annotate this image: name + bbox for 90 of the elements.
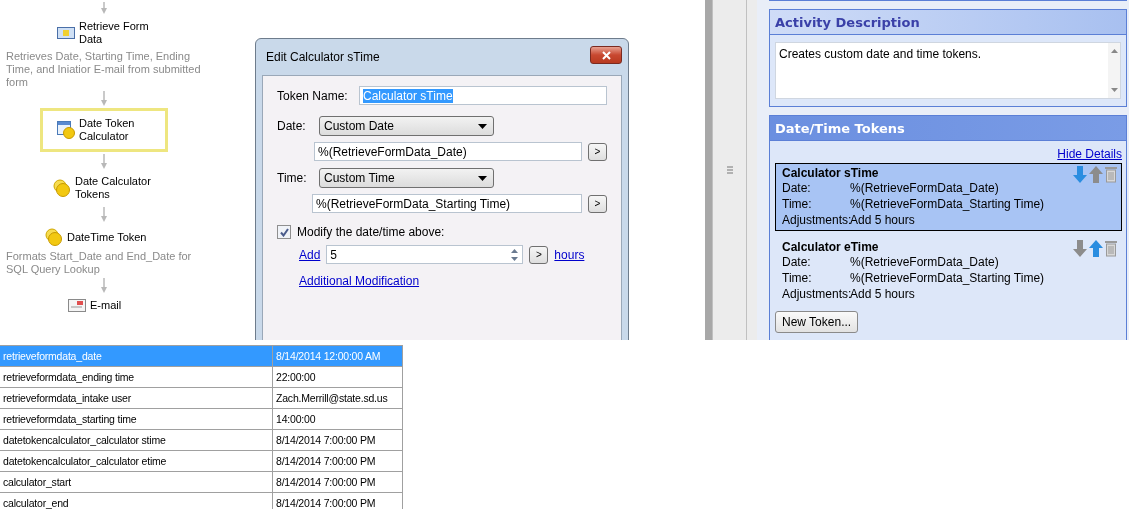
hide-details-link[interactable]: Hide Details (1057, 147, 1122, 161)
close-button[interactable] (590, 46, 622, 64)
table-cell: retrieveformdata_starting time (0, 409, 273, 429)
section-header: Date/Time Tokens (770, 116, 1126, 141)
table-row[interactable]: datetokencalculator_calculator etime 8/14/2014 7:00:00 PM (0, 451, 403, 472)
additional-modification-link[interactable]: Additional Modification (299, 274, 420, 288)
close-icon (601, 50, 611, 60)
window-coin-icon (57, 121, 75, 139)
flow-arrow (100, 2, 108, 14)
scroll-up-icon[interactable] (1110, 49, 1118, 53)
down-arrow-icon[interactable] (1073, 166, 1087, 183)
flow-arrow (100, 91, 108, 106)
token-field-label: Time: (782, 196, 813, 212)
table-cell: 8/14/2014 7:00:00 PM (273, 451, 403, 471)
token-card[interactable]: Calculator eTime Date: %(RetrieveFormData_Date) Time: %(RetrieveFormData_Starting Time) Adjustments:Add 5 hours (775, 237, 1122, 305)
amount-insert-button[interactable]: > (529, 245, 549, 264)
coins-icon (45, 228, 63, 246)
token-field-label: Adjustments: (782, 286, 850, 302)
table-cell: retrieveformdata_date (0, 346, 273, 366)
flow-arrow (100, 207, 108, 222)
table-row[interactable]: calculator_end 8/14/2014 7:00:00 PM (0, 493, 403, 509)
table-row[interactable]: retrieveformdata_intake user Zach.Merrill@state.sd.us (0, 388, 403, 409)
description-field[interactable]: Creates custom date and time tokens. (775, 42, 1121, 99)
token-field-label: Adjustments: (782, 212, 850, 228)
token-field-value: %(RetrieveFormData_Starting Time) (850, 196, 1045, 212)
spin-arrows-icon (510, 247, 520, 262)
table-cell: 8/14/2014 12:00:00 AM (273, 346, 403, 366)
caret-icon (478, 175, 487, 181)
splitter[interactable] (705, 0, 757, 340)
operation-link[interactable]: Add (299, 247, 321, 262)
flow-arrow (100, 278, 108, 293)
scroll-down-icon[interactable] (1110, 88, 1118, 92)
email-icon (68, 299, 86, 312)
token-field-value: %(RetrieveFormData_Date) (850, 254, 999, 270)
amount-spinner[interactable]: 5 (326, 245, 524, 264)
node-description: Retrieves Date, Starting Time, Ending Time, and Iniatior E-mail from submitted form (6, 50, 202, 89)
token-field-value: %(RetrieveFormData_Starting Time) (850, 270, 1045, 286)
table-cell: 14:00:00 (273, 409, 403, 429)
flow-arrow (100, 154, 108, 169)
time-insert-button[interactable]: > (588, 194, 607, 213)
table-cell: retrieveformdata_ending time (0, 367, 273, 387)
trash-icon[interactable] (1105, 240, 1117, 257)
token-name: Calculator eTime (782, 240, 879, 254)
date-insert-button[interactable]: > (588, 142, 607, 161)
table-cell: datetokencalculator_calculator stime (0, 430, 273, 450)
table-row[interactable]: retrieveformdata_ending time 22:00:00 (0, 367, 403, 388)
token-field-value: Add 5 hours (850, 286, 915, 302)
table-cell: datetokencalculator_calculator etime (0, 451, 273, 471)
token-card[interactable]: Calculator sTime Date: %(RetrieveFormData_Date) Time: %(RetrieveFormData_Starting Time) Adjustments:Add 5 hours (775, 163, 1122, 231)
table-cell: retrieveformdata_intake user (0, 388, 273, 408)
token-field-label: Date: (782, 180, 812, 196)
table-cell: 8/14/2014 7:00:00 PM (273, 430, 403, 450)
table-cell: Zach.Merrill@state.sd.us (273, 388, 403, 408)
modify-checkbox[interactable] (277, 225, 291, 239)
date-label: Date: (277, 119, 307, 133)
coins-icon (53, 179, 71, 197)
token-name: Calculator sTime (782, 166, 879, 180)
table-row[interactable]: datetokencalculator_calculator stime 8/14/2014 7:00:00 PM (0, 430, 403, 451)
date-dropdown[interactable]: Custom Date (319, 116, 494, 136)
table-cell: 8/14/2014 7:00:00 PM (273, 493, 403, 509)
table-row[interactable]: retrieveformdata_starting time 14:00:00 (0, 409, 403, 430)
up-arrow-icon[interactable] (1089, 166, 1103, 183)
caret-icon (478, 123, 487, 129)
token-name-label: Token Name: (277, 88, 349, 103)
time-dropdown[interactable]: Custom Time (319, 168, 494, 188)
table-cell: calculator_end (0, 493, 273, 509)
unit-link[interactable]: hours (554, 247, 585, 262)
token-field-value: Add 5 hours (850, 212, 915, 228)
check-icon (279, 227, 289, 237)
table-cell: 8/14/2014 7:00:00 PM (273, 472, 403, 492)
node-description: Formats Start_Date and End_Date for SQL Query Lookup (6, 250, 193, 276)
workflow-node[interactable]: Date Token Calculator (40, 108, 168, 152)
token-field-value: %(RetrieveFormData_Date) (850, 180, 999, 196)
trash-icon[interactable] (1105, 166, 1117, 183)
time-label: Time: (277, 171, 308, 185)
token-field-label: Time: (782, 270, 813, 286)
token-field-label: Date: (782, 254, 812, 270)
time-value-field[interactable]: %(RetrieveFormData_Starting Time) (312, 194, 582, 213)
table-row[interactable]: calculator_start 8/14/2014 7:00:00 PM (0, 472, 403, 493)
section-header: Activity Description (770, 10, 1126, 35)
down-arrow-icon[interactable] (1073, 240, 1087, 257)
date-value-field[interactable]: %(RetrieveFormData_Date) (314, 142, 582, 161)
modify-label: Modify the date/time above: (297, 225, 445, 239)
dialog-title: Edit Calculator sTime (266, 50, 380, 64)
form-icon (57, 27, 75, 39)
new-token-button[interactable]: New Token... (775, 311, 859, 333)
up-arrow-icon[interactable] (1089, 240, 1103, 257)
table-cell: 22:00:00 (273, 367, 403, 387)
grip-icon (726, 166, 733, 174)
table-cell: calculator_start (0, 472, 273, 492)
